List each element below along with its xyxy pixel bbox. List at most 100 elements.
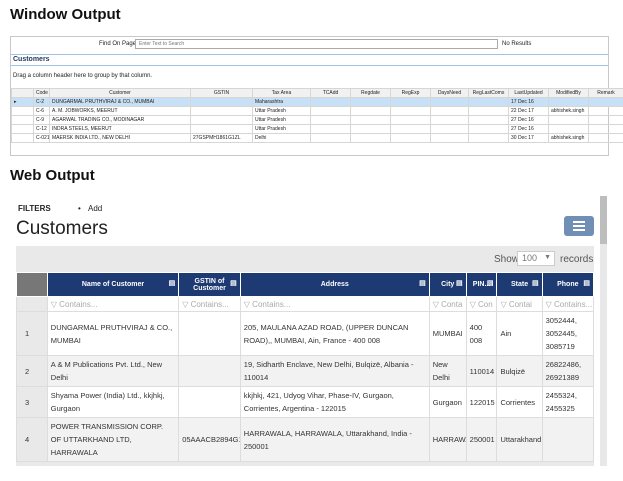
column-menu-icon[interactable]: ▤: [487, 279, 494, 287]
window-table-cell: AGARWAL TRADING CO., MODINAGAR: [49, 115, 191, 125]
window-column-header[interactable]: ModifiedBy: [548, 88, 589, 98]
column-filter-input[interactable]: ▽ Conta: [428, 296, 467, 312]
filters-label: FILTERS: [18, 204, 51, 213]
web-table-cell: 3052444, 3052445, 3085719: [541, 311, 595, 356]
window-table-row[interactable]: C-9 AGARWAL TRADING CO., MODINAGAR Uttar P…: [11, 115, 623, 125]
window-table-cell: ▸: [11, 97, 34, 107]
column-filter-input[interactable]: ▽ Contains...: [46, 296, 180, 312]
window-table-cell: [430, 115, 469, 125]
web-column-header[interactable]: Phone ▤: [541, 272, 595, 297]
window-column-header[interactable]: Customer: [49, 88, 191, 98]
filter-icon: ▽: [243, 299, 253, 309]
column-menu-icon[interactable]: ▤: [532, 279, 539, 287]
web-table-row[interactable]: 1 DUNGARMAL PRUTHVIRAJ & CO., MUMBAI 205, …: [16, 311, 595, 356]
window-table-cell: C-9: [33, 115, 50, 125]
web-table-cell: 110014: [465, 355, 498, 387]
column-menu-icon[interactable]: ▤: [169, 279, 176, 287]
show-label: Show: [494, 254, 520, 265]
window-column-header[interactable]: Code: [33, 88, 50, 98]
web-table-row[interactable]: 4 POWER TRANSMISSION CORP. OF UTTARKHAND …: [16, 417, 595, 462]
window-column-header[interactable]: RegExp: [390, 88, 431, 98]
column-filter-input[interactable]: ▽ Contains...: [541, 296, 595, 312]
page-size-select[interactable]: 100 ▼: [517, 251, 555, 266]
window-table-cell: [310, 106, 351, 116]
column-menu-icon[interactable]: ▤: [583, 279, 590, 287]
web-column-header-label: Phone: [557, 281, 579, 288]
column-menu-icon[interactable]: ▤: [230, 279, 237, 287]
web-table-row[interactable]: 2A & M Publications Pvt. Ltd., New Delhi…: [16, 355, 595, 387]
web-column-header[interactable]: PIN... ▤: [465, 272, 498, 297]
window-column-header[interactable]: TCAdd: [310, 88, 351, 98]
filter-placeholder: Contains...: [252, 299, 291, 309]
web-column-header[interactable]: Address ▤: [239, 272, 430, 297]
add-filter-link[interactable]: Add: [78, 204, 102, 213]
web-table-cell: 122015: [465, 386, 498, 418]
window-table-row[interactable]: ▸ C-2 DUNGARMAL PRUTHVIRAJ & CO., MUMBAI Ma…: [11, 97, 623, 107]
column-filter-input[interactable]: ▽ Con: [465, 296, 498, 312]
window-column-header[interactable]: GSTIN: [190, 88, 253, 98]
web-table-cell: [178, 386, 241, 418]
window-table-cell: [548, 124, 589, 134]
window-table-row[interactable]: C-6 A. M. JOBWORKS, MEERUT Uttar Pradesh 22…: [11, 106, 623, 116]
find-input[interactable]: [135, 39, 498, 49]
web-app-panel: FILTERS Add Customers Show 100 ▼ records…: [10, 196, 607, 466]
web-column-header[interactable]: State ▤: [496, 272, 543, 297]
filter-icon: ▽: [469, 299, 479, 309]
web-table-cell: DUNGARMAL PRUTHVIRAJ & CO., MUMBAI: [46, 311, 180, 356]
web-column-header[interactable]: GSTIN of Customer ▤: [178, 272, 241, 297]
window-table-cell: 30 Dec 17: [508, 133, 549, 143]
window-table-cell: [588, 106, 623, 116]
filter-placeholder: Contains...: [554, 299, 593, 309]
window-column-header[interactable]: LastUpdated: [508, 88, 549, 98]
customers-header: Customers: [11, 54, 608, 66]
filter-icon: ▽: [50, 299, 60, 309]
filter-icon: ▽: [545, 299, 554, 309]
window-column-header[interactable]: [11, 88, 34, 98]
window-table-cell: [390, 124, 431, 134]
column-filter-input[interactable]: ▽ Contains...: [178, 296, 241, 312]
web-table-row[interactable]: 3 Shyama Power (India) Ltd., kkjhkj, Gurg…: [16, 386, 595, 418]
window-table-cell: [350, 106, 391, 116]
window-column-header[interactable]: DaysNeed: [430, 88, 469, 98]
column-menu-icon[interactable]: ▤: [419, 279, 426, 287]
web-table-cell: Uttarakhand: [496, 417, 543, 462]
hamburger-menu-button[interactable]: [564, 216, 594, 236]
scrollbar-thumb[interactable]: [600, 196, 607, 244]
window-column-header[interactable]: Remark: [588, 88, 623, 98]
window-table-cell: 17 Dec 16: [508, 97, 549, 107]
web-table-cell: 205, MAULANA AZAD ROAD, (UPPER DUNCAN RO…: [239, 311, 430, 356]
web-column-header[interactable]: Name of Customer ▤: [46, 272, 180, 297]
group-by-hint: Drag a column header here to group by th…: [13, 73, 153, 79]
window-table-cell: [430, 97, 469, 107]
window-table-cell: Uttar Pradesh: [252, 106, 311, 116]
window-table-cell: [190, 115, 253, 125]
window-table-cell: Delhi: [252, 133, 311, 143]
window-table-cell: 27GSPMH1861G1ZL: [190, 133, 253, 143]
window-table-row[interactable]: C-021 MAERSK INDIA LTD., NEW DELHI 27GSPMH…: [11, 133, 623, 143]
web-grid-filter-row: ▽ Contains... ▽ Contains... ▽ Contains... ▽…: [16, 296, 595, 312]
window-column-header[interactable]: Regdate: [350, 88, 391, 98]
web-column-header[interactable]: [16, 272, 48, 297]
web-column-header-label: State: [510, 281, 529, 288]
filter-placeholder: Contai: [508, 299, 532, 309]
window-table-cell: [350, 133, 391, 143]
column-menu-icon[interactable]: ▤: [456, 279, 463, 287]
window-table-cell: [588, 133, 623, 143]
web-table-cell: 400 008: [465, 311, 498, 356]
web-column-header[interactable]: City ▤: [428, 272, 467, 297]
column-filter-input: [16, 296, 48, 312]
window-column-header[interactable]: RegLastComs: [468, 88, 509, 98]
web-column-header-label: GSTIN of Customer: [193, 277, 226, 292]
window-table-cell: [190, 106, 253, 116]
filter-icon: ▽: [500, 299, 509, 309]
window-grid-header-row: Code Customer GSTIN Tax Area TCAdd Regdate Reg…: [11, 88, 623, 98]
column-filter-input[interactable]: ▽ Contai: [496, 296, 543, 312]
window-table-cell: abhishek.singh: [548, 133, 589, 143]
window-table-cell: [548, 97, 589, 107]
column-filter-input[interactable]: ▽ Contains...: [239, 296, 430, 312]
window-table-cell: [390, 133, 431, 143]
web-output-title: Web Output: [10, 167, 95, 184]
window-column-header[interactable]: Tax Area: [252, 88, 311, 98]
window-table-row[interactable]: C-12 INDRA STEELS, MEERUT Uttar Pradesh 27 …: [11, 124, 623, 134]
web-table-cell: HARRAWA: [428, 417, 467, 462]
